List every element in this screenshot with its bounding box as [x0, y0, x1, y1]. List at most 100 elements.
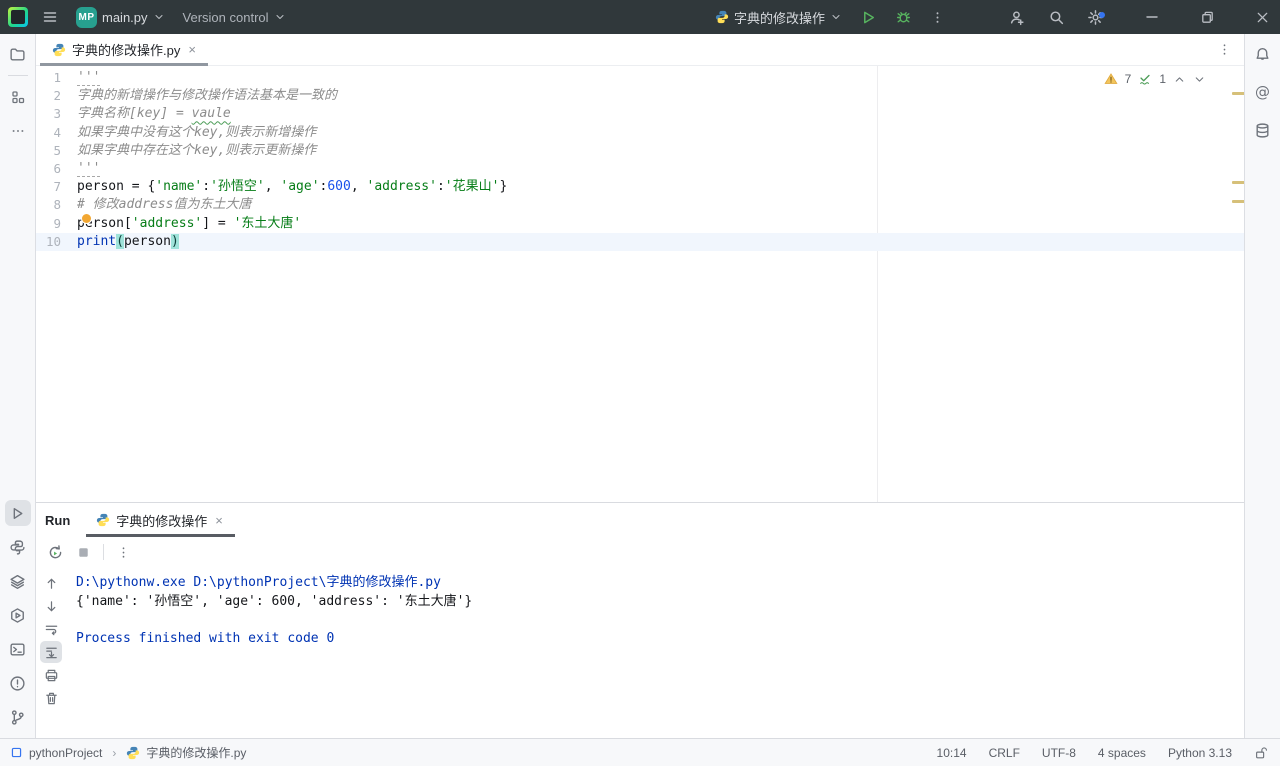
- scrollbar-warning-mark[interactable]: [1232, 92, 1244, 95]
- line-number[interactable]: 6: [36, 160, 77, 178]
- run-config-name: 字典的修改操作: [734, 8, 825, 27]
- title-bar: MP main.py Version control 字典的修改操作: [0, 0, 1280, 34]
- stop-icon[interactable]: [76, 545, 91, 560]
- tab-close-icon[interactable]: ×: [213, 514, 225, 527]
- services-layers-tool-button[interactable]: [5, 568, 31, 594]
- version-control-tool-button[interactable]: [5, 704, 31, 730]
- bell-icon: [1254, 46, 1271, 63]
- restore-button[interactable]: [1200, 10, 1215, 25]
- more-tool-windows-button[interactable]: [5, 118, 31, 144]
- vcs-widget[interactable]: Version control: [183, 10, 286, 25]
- database-button[interactable]: [1250, 117, 1276, 143]
- run-tool-window: Run 字典的修改操作 ×: [36, 502, 1244, 738]
- code-line[interactable]: 8# 修改address值为东土大唐: [36, 196, 1244, 214]
- intention-bulb-icon[interactable]: [82, 214, 91, 223]
- scrollbar-warning-mark[interactable]: [1232, 181, 1244, 184]
- services-tool-button[interactable]: [5, 602, 31, 628]
- code-line[interactable]: 3字典名称[key] = vaule: [36, 105, 1244, 123]
- terminal-tool-button[interactable]: [5, 636, 31, 662]
- layers-icon: [9, 573, 26, 590]
- chevron-up-icon[interactable]: [1173, 73, 1186, 86]
- line-number[interactable]: 7: [36, 178, 77, 196]
- main-menu-button[interactable]: [42, 9, 58, 25]
- line-number[interactable]: 3: [36, 105, 77, 123]
- chevron-down-icon: [153, 11, 165, 23]
- chevron-down-icon[interactable]: [1193, 73, 1206, 86]
- code-text: 字典的新增操作与修改操作语法基本是一致的: [77, 87, 337, 105]
- debug-bug-icon: [895, 9, 912, 26]
- run-triangle-icon: [9, 505, 26, 522]
- minimize-button[interactable]: [1144, 9, 1160, 25]
- editor-options-button[interactable]: [1217, 42, 1232, 57]
- editor-tab-label: 字典的修改操作.py: [72, 40, 180, 59]
- inspections-widget[interactable]: 7 1: [1104, 72, 1206, 86]
- print-button[interactable]: [40, 664, 62, 686]
- interpreter-widget[interactable]: Python 3.13: [1168, 746, 1232, 760]
- settings-button[interactable]: [1087, 9, 1104, 26]
- run-tool-button[interactable]: [5, 500, 31, 526]
- breadcrumb[interactable]: pythonProject › 字典的修改操作.py: [10, 744, 246, 761]
- code-line[interactable]: 2字典的新增操作与修改操作语法基本是一致的: [36, 87, 1244, 105]
- line-number[interactable]: 1: [36, 69, 77, 87]
- code-line[interactable]: 4如果字典中没有这个key,则表示新增操作: [36, 124, 1244, 142]
- prev-occurrence-button[interactable]: [40, 572, 62, 594]
- code-line[interactable]: 9person['address'] = '东土大唐': [36, 215, 1244, 233]
- next-occurrence-button[interactable]: [40, 595, 62, 617]
- indent-widget[interactable]: 4 spaces: [1098, 746, 1146, 760]
- ai-assistant-button[interactable]: @: [1250, 79, 1276, 105]
- rerun-icon[interactable]: [47, 544, 64, 561]
- close-button[interactable]: [1255, 10, 1270, 25]
- database-icon: [1254, 122, 1271, 139]
- structure-tool-button[interactable]: [5, 84, 31, 110]
- line-number[interactable]: 2: [36, 87, 77, 105]
- close-icon: [1255, 10, 1270, 25]
- console-output[interactable]: D:\pythonw.exe D:\pythonProject\字典的修改操作.…: [66, 567, 1244, 738]
- console-toolbar: [36, 567, 66, 738]
- line-number[interactable]: 9: [36, 215, 77, 233]
- git-branch-icon: [9, 709, 26, 726]
- run-tab[interactable]: 字典的修改操作 ×: [86, 503, 235, 537]
- breadcrumb-separator: ›: [112, 746, 116, 760]
- line-number[interactable]: 4: [36, 124, 77, 142]
- console-line: {'name': '孙悟空', 'age': 600, 'address': '…: [76, 593, 1244, 612]
- clear-console-button[interactable]: [40, 687, 62, 709]
- code-line[interactable]: 6''': [36, 160, 1244, 178]
- scroll-to-end-button[interactable]: [40, 641, 62, 663]
- code-line[interactable]: 7person = {'name':'孙悟空', 'age':600, 'add…: [36, 178, 1244, 196]
- typo-check-icon: [1138, 72, 1152, 86]
- editor-tab-bar: 字典的修改操作.py ×: [36, 34, 1244, 66]
- python-console-tool-button[interactable]: [5, 534, 31, 560]
- breadcrumb-project[interactable]: pythonProject: [29, 746, 102, 760]
- scrollbar-warning-mark[interactable]: [1232, 200, 1244, 203]
- line-number[interactable]: 8: [36, 196, 77, 214]
- line-separator-widget[interactable]: CRLF: [989, 746, 1020, 760]
- line-number[interactable]: 5: [36, 142, 77, 160]
- run-button[interactable]: [860, 9, 877, 26]
- search-everywhere-button[interactable]: [1048, 9, 1065, 26]
- code-line[interactable]: 10print(person): [36, 233, 1244, 251]
- console-line: [76, 611, 1244, 630]
- kebab-menu-icon[interactable]: [116, 545, 131, 560]
- line-number[interactable]: 10: [36, 233, 77, 251]
- cursor-position-widget[interactable]: 10:14: [937, 746, 967, 760]
- problems-tool-button[interactable]: [5, 670, 31, 696]
- soft-wrap-button[interactable]: [40, 618, 62, 640]
- code-line[interactable]: 1''': [36, 69, 1244, 87]
- code-line[interactable]: 5如果字典中存在这个key,则表示更新操作: [36, 142, 1244, 160]
- code-editor[interactable]: 1'''2字典的新增操作与修改操作语法基本是一致的3字典名称[key] = va…: [36, 66, 1244, 502]
- hamburger-icon: [42, 9, 58, 25]
- project-tool-button[interactable]: [5, 41, 31, 67]
- code-with-me-button[interactable]: [1009, 9, 1026, 26]
- more-actions-button[interactable]: [930, 10, 945, 25]
- debug-button[interactable]: [895, 9, 912, 26]
- warning-triangle-icon: [1104, 72, 1118, 86]
- unlocked-padlock-icon[interactable]: [1254, 746, 1268, 760]
- breadcrumb-file[interactable]: 字典的修改操作.py: [146, 744, 246, 761]
- kebab-menu-icon: [1217, 42, 1232, 57]
- run-configuration-selector[interactable]: 字典的修改操作: [715, 8, 842, 27]
- notifications-button[interactable]: [1250, 41, 1276, 67]
- project-widget[interactable]: MP main.py: [76, 7, 165, 28]
- editor-tab[interactable]: 字典的修改操作.py ×: [40, 34, 208, 66]
- encoding-widget[interactable]: UTF-8: [1042, 746, 1076, 760]
- tab-close-icon[interactable]: ×: [186, 43, 198, 56]
